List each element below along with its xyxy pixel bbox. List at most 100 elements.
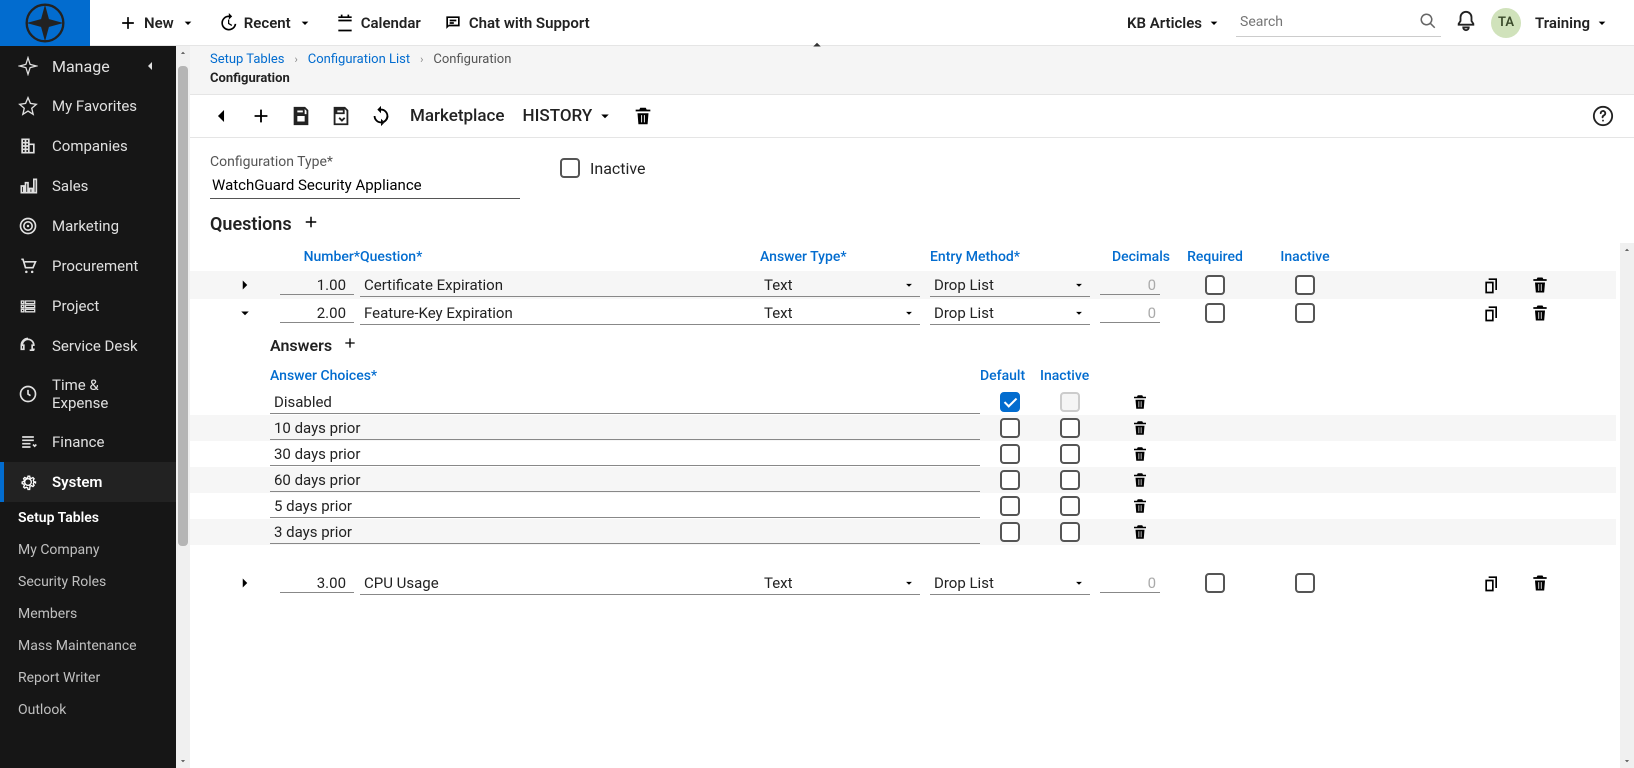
recent-menu[interactable]: Recent — [218, 13, 313, 33]
copy-icon[interactable] — [1482, 275, 1502, 295]
chat-support-link[interactable]: Chat with Support — [443, 13, 590, 33]
add-answer-button[interactable] — [342, 335, 358, 355]
sidebar-sub-mass-maintenance[interactable]: Mass Maintenance — [0, 630, 176, 662]
col-required[interactable]: Required — [1170, 249, 1260, 265]
trash-icon[interactable] — [1131, 445, 1149, 463]
col-answer-choices[interactable]: Answer Choices* — [270, 368, 980, 384]
col-number[interactable]: Number* — [280, 249, 360, 265]
sidebar-item-sales[interactable]: Sales — [0, 166, 176, 206]
answer-choice-input[interactable]: 10 days prior — [270, 417, 980, 440]
calendar-link[interactable]: Calendar — [335, 13, 421, 33]
default-checkbox[interactable] — [1000, 496, 1020, 516]
entry-method-select[interactable]: Drop List — [930, 572, 1090, 595]
inactive-checkbox[interactable] — [1295, 573, 1315, 593]
new-menu[interactable]: New — [118, 13, 196, 33]
inactive-checkbox[interactable] — [560, 158, 580, 178]
config-type-input[interactable] — [210, 172, 520, 199]
add-button[interactable] — [250, 105, 272, 127]
question-number-input[interactable]: 2.00 — [280, 304, 354, 323]
entry-method-select[interactable]: Drop List — [930, 274, 1090, 297]
entry-method-select[interactable]: Drop List — [930, 302, 1090, 325]
col-default[interactable]: Default — [980, 368, 1040, 384]
inactive-checkbox[interactable] — [1060, 444, 1080, 464]
kb-articles-menu[interactable]: KB Articles — [1127, 14, 1222, 32]
default-checkbox[interactable] — [1000, 392, 1020, 412]
sidebar-sub-members[interactable]: Members — [0, 598, 176, 630]
default-checkbox[interactable] — [1000, 418, 1020, 438]
default-checkbox[interactable] — [1000, 470, 1020, 490]
sidebar-sub-outlook[interactable]: Outlook — [0, 694, 176, 726]
app-logo[interactable] — [0, 0, 90, 46]
sidebar-item-marketing[interactable]: Marketing — [0, 206, 176, 246]
breadcrumb-setup-tables[interactable]: Setup Tables — [210, 52, 284, 67]
trash-icon[interactable] — [1131, 471, 1149, 489]
question-text-input[interactable]: Certificate Expiration — [360, 274, 760, 297]
sidebar-sub-report-writer[interactable]: Report Writer — [0, 662, 176, 694]
trash-icon[interactable] — [1131, 419, 1149, 437]
answer-choice-input[interactable]: 3 days prior — [270, 521, 980, 544]
content-scrollbar[interactable] — [1620, 243, 1634, 768]
sidebar-sub-security-roles[interactable]: Security Roles — [0, 566, 176, 598]
topbar-collapse-toggle[interactable] — [808, 36, 826, 54]
trash-icon[interactable] — [1530, 303, 1550, 323]
col-inactive[interactable]: Inactive — [1040, 368, 1100, 384]
answer-choice-input[interactable]: 30 days prior — [270, 443, 980, 466]
sidebar-item-project[interactable]: Project — [0, 286, 176, 326]
col-answer-type[interactable]: Answer Type* — [760, 249, 930, 265]
trash-icon[interactable] — [1131, 497, 1149, 515]
col-question[interactable]: Question* — [360, 249, 760, 265]
sidebar-item-favorites[interactable]: My Favorites — [0, 86, 176, 126]
answer-choice-input[interactable]: 5 days prior — [270, 495, 980, 518]
answer-type-select[interactable]: Text — [760, 572, 920, 595]
add-question-button[interactable] — [302, 213, 320, 235]
scroll-thumb[interactable] — [178, 66, 188, 546]
sidebar-sub-setup-tables[interactable]: Setup Tables — [0, 502, 176, 534]
history-menu[interactable]: HISTORY — [523, 106, 615, 126]
decimals-input[interactable]: 0 — [1100, 276, 1160, 295]
required-checkbox[interactable] — [1205, 303, 1225, 323]
trmargin[interactable] — [1530, 573, 1550, 593]
search-icon[interactable] — [1419, 12, 1437, 30]
required-checkbox[interactable] — [1205, 275, 1225, 295]
refresh-button[interactable] — [370, 105, 392, 127]
expand-toggle[interactable] — [210, 574, 280, 592]
save-close-button[interactable] — [330, 105, 352, 127]
trash-icon[interactable] — [1131, 523, 1149, 541]
notifications-button[interactable] — [1455, 10, 1477, 36]
inactive-checkbox[interactable] — [1060, 418, 1080, 438]
sidebar-item-time-expense[interactable]: Time & Expense — [0, 366, 176, 422]
delete-button[interactable] — [632, 105, 654, 127]
col-decimals[interactable]: Decimals — [1100, 249, 1170, 265]
inactive-checkbox[interactable] — [1060, 496, 1080, 516]
inactive-checkbox[interactable] — [1060, 522, 1080, 542]
answer-type-select[interactable]: Text — [760, 274, 920, 297]
sidebar-item-finance[interactable]: Finance — [0, 422, 176, 462]
sidebar-item-procurement[interactable]: Procurement — [0, 246, 176, 286]
sidebar-scrollbar[interactable] — [176, 46, 190, 768]
default-checkbox[interactable] — [1000, 444, 1020, 464]
sidebar-manage-header[interactable]: Manage — [0, 46, 176, 86]
copy-icon[interactable] — [1482, 303, 1502, 323]
breadcrumb-config-list[interactable]: Configuration List — [308, 52, 410, 67]
back-button[interactable] — [210, 105, 232, 127]
question-text-input[interactable]: CPU Usage — [360, 572, 760, 595]
answer-type-select[interactable]: Text — [760, 302, 920, 325]
inactive-checkbox[interactable] — [1295, 275, 1315, 295]
trash-icon[interactable] — [1131, 393, 1149, 411]
question-number-input[interactable]: 1.00 — [280, 276, 354, 295]
search-input[interactable] — [1236, 8, 1441, 37]
decimals-input[interactable]: 0 — [1100, 304, 1160, 323]
trash-icon[interactable] — [1530, 275, 1550, 295]
col-entry-method[interactable]: Entry Method* — [930, 249, 1100, 265]
inactive-checkbox[interactable] — [1060, 470, 1080, 490]
help-button[interactable] — [1592, 105, 1614, 127]
answer-choice-input[interactable]: 60 days prior — [270, 469, 980, 492]
required-checkbox[interactable] — [1205, 573, 1225, 593]
expand-toggle[interactable] — [210, 276, 280, 294]
sidebar-item-service-desk[interactable]: Service Desk — [0, 326, 176, 366]
default-checkbox[interactable] — [1000, 522, 1020, 542]
user-avatar[interactable]: TA — [1491, 8, 1521, 38]
sidebar-sub-my-company[interactable]: My Company — [0, 534, 176, 566]
decimals-input[interactable]: 0 — [1100, 574, 1160, 593]
collapse-toggle[interactable] — [210, 304, 280, 322]
